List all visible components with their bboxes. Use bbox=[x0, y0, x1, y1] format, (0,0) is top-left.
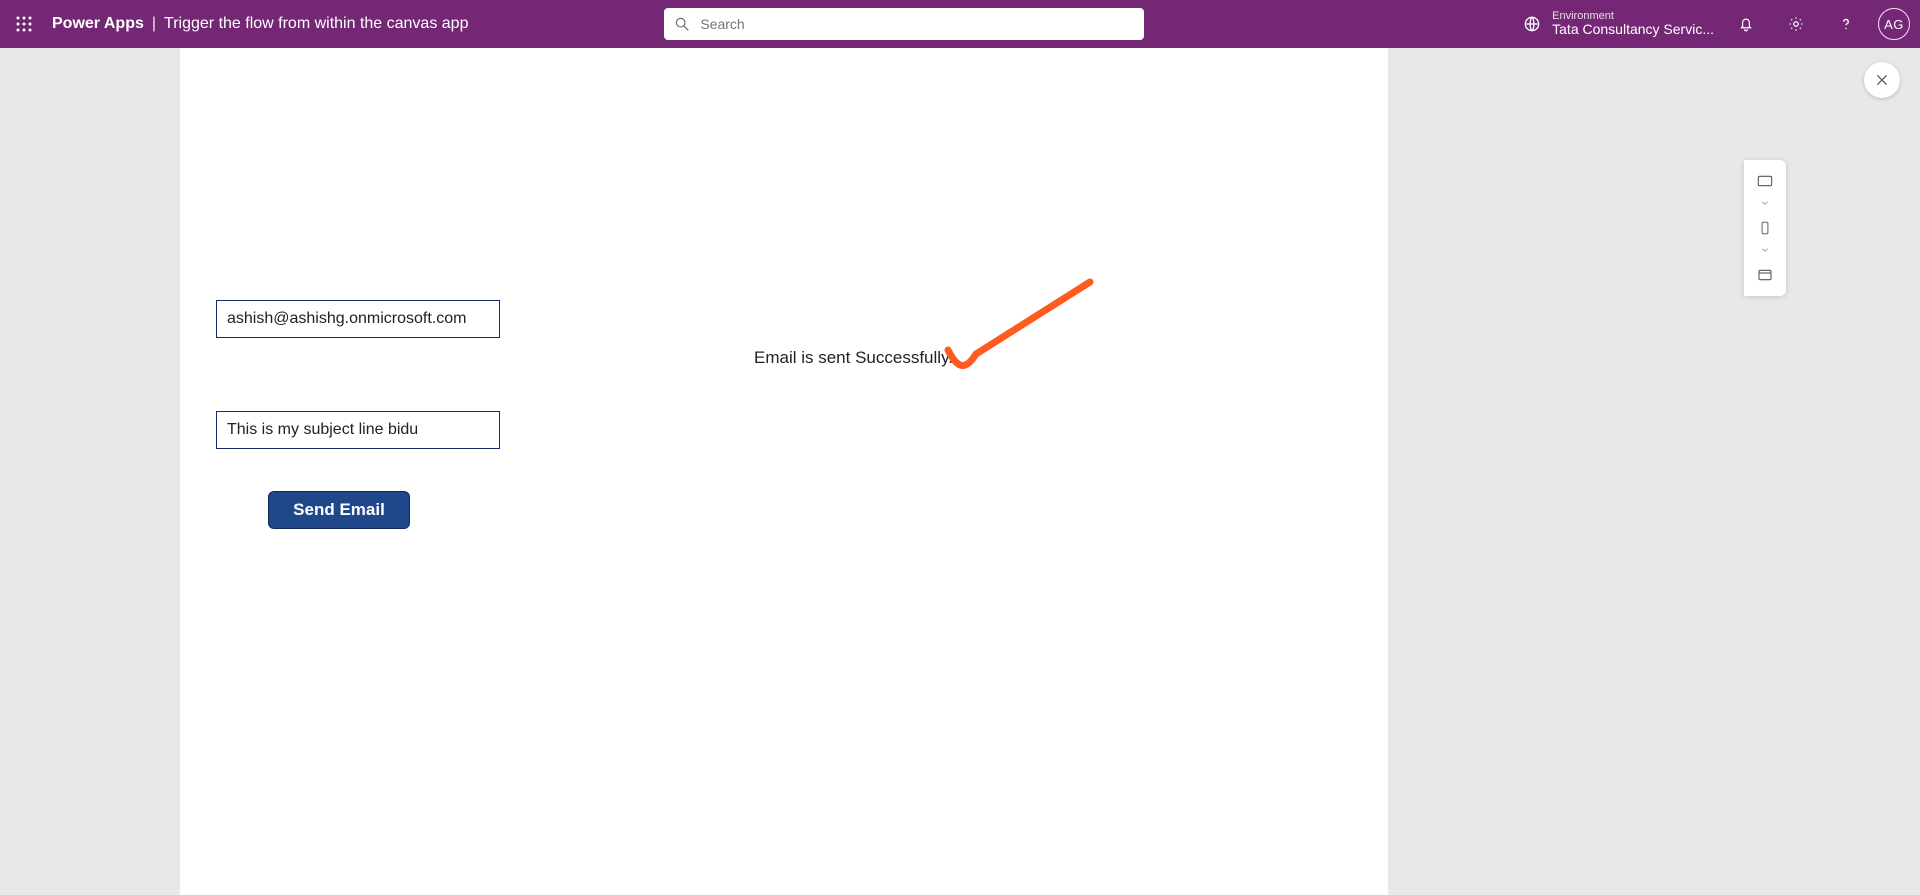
chevron-down-icon bbox=[1759, 245, 1771, 258]
environment-label: Environment bbox=[1552, 10, 1714, 22]
help-button[interactable] bbox=[1828, 6, 1864, 42]
avatar-initials: AG bbox=[1884, 17, 1904, 32]
phone-icon bbox=[1758, 218, 1772, 238]
app-canvas: Send Email Email is sent Successfully. bbox=[180, 48, 1388, 895]
breadcrumb: Power Apps | Trigger the flow from withi… bbox=[52, 15, 468, 33]
environment-icon bbox=[1522, 14, 1542, 34]
send-email-button[interactable]: Send Email bbox=[268, 491, 410, 529]
notifications-button[interactable] bbox=[1728, 6, 1764, 42]
preview-stage: Send Email Email is sent Successfully. bbox=[0, 48, 1920, 895]
search-input[interactable] bbox=[664, 8, 1144, 40]
question-mark-icon bbox=[1837, 15, 1855, 33]
device-preview-panel bbox=[1744, 160, 1786, 296]
waffle-icon bbox=[15, 15, 33, 33]
gear-icon bbox=[1787, 15, 1805, 33]
app-header: Power Apps | Trigger the flow from withi… bbox=[0, 0, 1920, 48]
close-preview-button[interactable] bbox=[1864, 62, 1900, 98]
environment-switcher[interactable]: Environment Tata Consultancy Servic... bbox=[1522, 10, 1714, 37]
chevron-down-icon bbox=[1759, 198, 1771, 211]
status-message: Email is sent Successfully. bbox=[754, 348, 953, 368]
device-phone-button[interactable] bbox=[1753, 217, 1777, 239]
email-input[interactable] bbox=[216, 300, 500, 338]
checkmark-annotation-icon bbox=[940, 276, 1100, 376]
tablet-landscape-icon bbox=[1755, 173, 1775, 189]
app-launcher-button[interactable] bbox=[10, 10, 38, 38]
device-tablet-landscape-button[interactable] bbox=[1753, 170, 1777, 192]
device-custom-size-button[interactable] bbox=[1753, 264, 1777, 286]
window-icon bbox=[1756, 267, 1774, 283]
subject-input[interactable] bbox=[216, 411, 500, 449]
product-name[interactable]: Power Apps bbox=[52, 15, 144, 33]
search-icon bbox=[674, 16, 690, 32]
app-title: Trigger the flow from within the canvas … bbox=[164, 15, 468, 33]
search-container bbox=[664, 8, 1144, 40]
close-icon bbox=[1874, 72, 1890, 88]
settings-button[interactable] bbox=[1778, 6, 1814, 42]
user-avatar[interactable]: AG bbox=[1878, 8, 1910, 40]
bell-icon bbox=[1737, 15, 1755, 33]
breadcrumb-separator: | bbox=[152, 15, 156, 33]
environment-name: Tata Consultancy Servic... bbox=[1552, 22, 1714, 37]
